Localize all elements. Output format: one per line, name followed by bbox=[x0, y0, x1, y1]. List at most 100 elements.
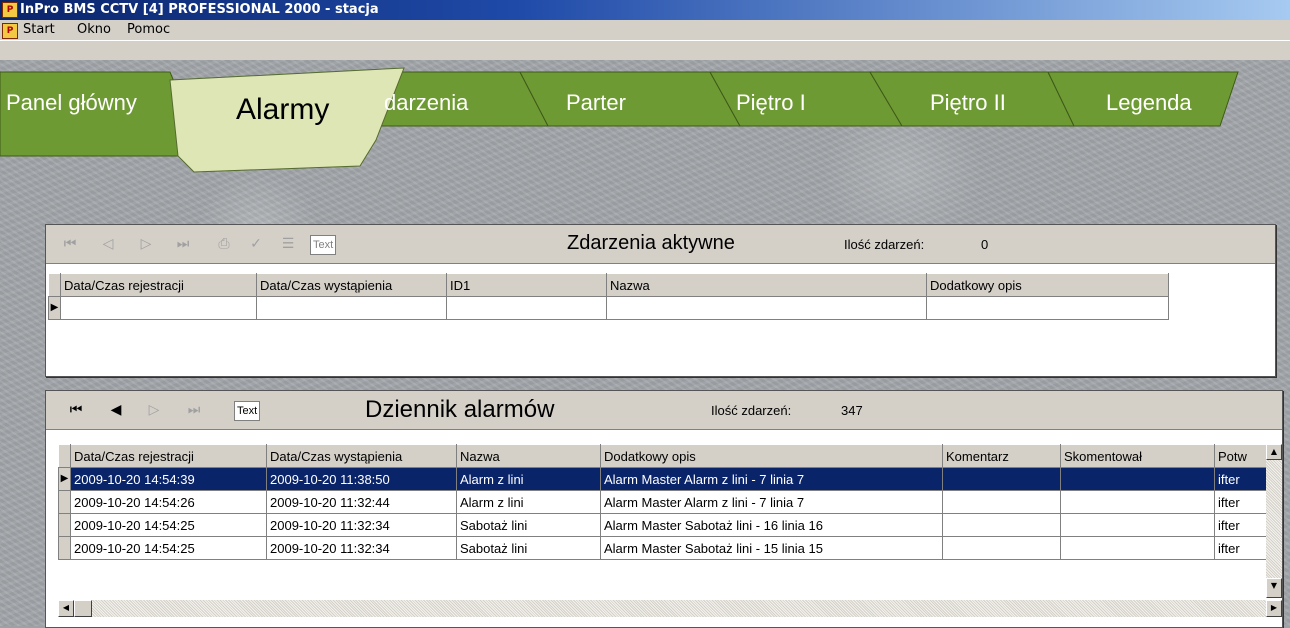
column-header[interactable]: ID1 bbox=[446, 273, 607, 297]
scroll-up-icon[interactable]: ▲ bbox=[1266, 444, 1282, 460]
grid-cell[interactable] bbox=[1060, 490, 1215, 514]
prev-record-icon[interactable]: ◁ bbox=[96, 233, 120, 255]
grid-cell[interactable]: Alarm Master Alarm z lini - 7 linia 7 bbox=[600, 467, 943, 491]
grid-cell[interactable] bbox=[942, 490, 1061, 514]
first-record-icon[interactable]: ⏮ bbox=[58, 233, 82, 255]
column-header[interactable]: Nazwa bbox=[456, 444, 601, 468]
prev-record-icon[interactable]: ◀ bbox=[104, 399, 128, 421]
grid-cell[interactable]: ifter bbox=[1214, 467, 1266, 491]
grid-cell[interactable]: Alarm Master Sabotaż lini - 15 linia 15 bbox=[600, 536, 943, 560]
alarm-log-toolbar: ⏮ ◀ ▷ ⏭ Text Dziennik alarmów Ilość zdar… bbox=[46, 391, 1282, 430]
grid-cell[interactable] bbox=[1060, 513, 1215, 537]
grid-cell[interactable]: 2009-10-20 11:32:34 bbox=[266, 513, 457, 537]
tab-parter[interactable]: Parter bbox=[566, 90, 626, 116]
active-events-title: Zdarzenia aktywne bbox=[567, 232, 735, 254]
column-header[interactable]: Data/Czas rejestracji bbox=[70, 444, 267, 468]
column-header[interactable]: Potw bbox=[1214, 444, 1266, 468]
scroll-down-icon[interactable]: ▼ bbox=[1266, 578, 1282, 598]
grid-cell[interactable]: Sabotaż lini bbox=[456, 513, 601, 537]
grid-cell[interactable] bbox=[1060, 536, 1215, 560]
next-record-icon[interactable]: ▷ bbox=[142, 399, 166, 421]
app-icon: P bbox=[2, 2, 18, 18]
menu-okno[interactable]: Okno bbox=[74, 20, 114, 40]
grid-cell[interactable]: 2009-10-20 14:54:25 bbox=[70, 536, 267, 560]
table-row-selected[interactable]: ▶ 2009-10-20 14:54:39 2009-10-20 11:38:5… bbox=[58, 467, 1266, 491]
print-icon[interactable]: ⎙ bbox=[212, 233, 236, 255]
grid-cell[interactable] bbox=[256, 296, 447, 320]
last-record-icon[interactable]: ⏭ bbox=[182, 399, 206, 421]
menu-bar-spacer bbox=[0, 41, 1290, 60]
grid-cell[interactable] bbox=[606, 296, 927, 320]
tab-shapes bbox=[0, 67, 1239, 173]
column-header[interactable]: Dodatkowy opis bbox=[600, 444, 943, 468]
grid-cell[interactable]: ifter bbox=[1214, 513, 1266, 537]
grid-cell[interactable]: ifter bbox=[1214, 490, 1266, 514]
column-header[interactable]: Dodatkowy opis bbox=[926, 273, 1169, 297]
active-events-count: 0 bbox=[981, 237, 989, 252]
alarm-log-hscroll[interactable]: ◀ ▶ bbox=[58, 600, 1282, 617]
grid-cell[interactable]: 2009-10-20 14:54:26 bbox=[70, 490, 267, 514]
table-row[interactable]: 2009-10-20 14:54:25 2009-10-20 11:32:34 … bbox=[58, 536, 1266, 560]
row-indicator: ▶ bbox=[58, 467, 71, 491]
window-title-bar: P InPro BMS CCTV [4] PROFESSIONAL 2000 -… bbox=[0, 0, 1290, 20]
menu-pomoc[interactable]: Pomoc bbox=[124, 20, 173, 40]
list-icon[interactable]: ☰ bbox=[276, 233, 300, 255]
grid-header-row: Data/Czas rejestracji Data/Czas wystąpie… bbox=[48, 273, 1169, 297]
window-title: InPro BMS CCTV [4] PROFESSIONAL 2000 - s… bbox=[20, 2, 379, 17]
table-row[interactable]: 2009-10-20 14:54:25 2009-10-20 11:32:34 … bbox=[58, 513, 1266, 537]
grid-cell[interactable] bbox=[942, 513, 1061, 537]
grid-cell[interactable]: 2009-10-20 11:32:34 bbox=[266, 536, 457, 560]
hscroll-thumb[interactable] bbox=[74, 600, 92, 617]
grid-cell[interactable]: Alarm Master Alarm z lini - 7 linia 7 bbox=[600, 490, 943, 514]
table-row[interactable]: ▶ bbox=[48, 296, 1169, 320]
grid-cell[interactable] bbox=[60, 296, 257, 320]
first-record-icon[interactable]: ⏮ bbox=[64, 399, 88, 421]
next-record-icon[interactable]: ▷ bbox=[134, 233, 158, 255]
grid-header-row: Data/Czas rejestracji Data/Czas wystąpie… bbox=[58, 444, 1266, 468]
column-header[interactable]: Skomentował bbox=[1060, 444, 1215, 468]
row-indicator bbox=[58, 513, 71, 537]
grid-cell[interactable] bbox=[942, 467, 1061, 491]
grid-cell[interactable] bbox=[942, 536, 1061, 560]
grid-cell[interactable]: Alarm z lini bbox=[456, 490, 601, 514]
tab-shape-parter bbox=[519, 71, 741, 127]
menu-app-icon[interactable]: P bbox=[2, 23, 18, 39]
grid-cell[interactable]: ifter bbox=[1214, 536, 1266, 560]
grid-cell[interactable]: Sabotaż lini bbox=[456, 536, 601, 560]
alarm-log-count-label: Ilość zdarzeń: bbox=[711, 403, 792, 418]
row-pointer-icon: ▶ bbox=[60, 473, 69, 484]
indicator-header bbox=[58, 444, 71, 468]
acknowledge-icon[interactable]: ✓ bbox=[244, 233, 268, 255]
table-row[interactable]: 2009-10-20 14:54:26 2009-10-20 11:32:44 … bbox=[58, 490, 1266, 514]
alarm-log-grid-viewport: Data/Czas rejestracji Data/Czas wystąpie… bbox=[58, 444, 1266, 598]
grid-cell[interactable] bbox=[446, 296, 607, 320]
tab-pietro-1[interactable]: Piętro I bbox=[736, 90, 806, 116]
grid-cell[interactable]: 2009-10-20 11:38:50 bbox=[266, 467, 457, 491]
last-record-icon[interactable]: ⏭ bbox=[171, 233, 195, 255]
tab-panel-glowny[interactable]: Panel główny bbox=[6, 90, 137, 116]
column-header[interactable]: Nazwa bbox=[606, 273, 927, 297]
text-button[interactable]: Text bbox=[310, 235, 337, 255]
column-header[interactable]: Data/Czas rejestracji bbox=[60, 273, 257, 297]
tab-pietro-2[interactable]: Piętro II bbox=[930, 90, 1006, 116]
alarm-log-vscroll[interactable]: ▲ ▼ bbox=[1266, 444, 1282, 598]
tab-alarmy[interactable]: Alarmy bbox=[236, 93, 329, 127]
tab-legenda[interactable]: Legenda bbox=[1106, 90, 1192, 116]
tab-strip: Panel główny Alarmy darzenia Parter Pięt… bbox=[0, 60, 1290, 180]
scroll-right-icon[interactable]: ▶ bbox=[1266, 600, 1282, 617]
grid-cell[interactable] bbox=[1060, 467, 1215, 491]
column-header[interactable]: Komentarz bbox=[942, 444, 1061, 468]
column-header[interactable]: Data/Czas wystąpienia bbox=[266, 444, 457, 468]
grid-cell[interactable]: 2009-10-20 14:54:39 bbox=[70, 467, 267, 491]
menu-start[interactable]: Start bbox=[20, 20, 58, 40]
tab-zdarzenia[interactable]: darzenia bbox=[384, 90, 468, 116]
column-header[interactable]: Data/Czas wystąpienia bbox=[256, 273, 447, 297]
text-button[interactable]: Text bbox=[234, 401, 261, 421]
grid-cell[interactable]: Alarm z lini bbox=[456, 467, 601, 491]
grid-cell[interactable]: 2009-10-20 11:32:44 bbox=[266, 490, 457, 514]
grid-cell[interactable] bbox=[926, 296, 1169, 320]
active-events-panel: ⏮ ◁ ▷ ⏭ ⎙ ✓ ☰ Text Zdarzenia aktywne Ilo… bbox=[45, 224, 1276, 377]
grid-cell[interactable]: Alarm Master Sabotaż lini - 16 linia 16 bbox=[600, 513, 943, 537]
scroll-left-icon[interactable]: ◀ bbox=[58, 600, 74, 617]
grid-cell[interactable]: 2009-10-20 14:54:25 bbox=[70, 513, 267, 537]
